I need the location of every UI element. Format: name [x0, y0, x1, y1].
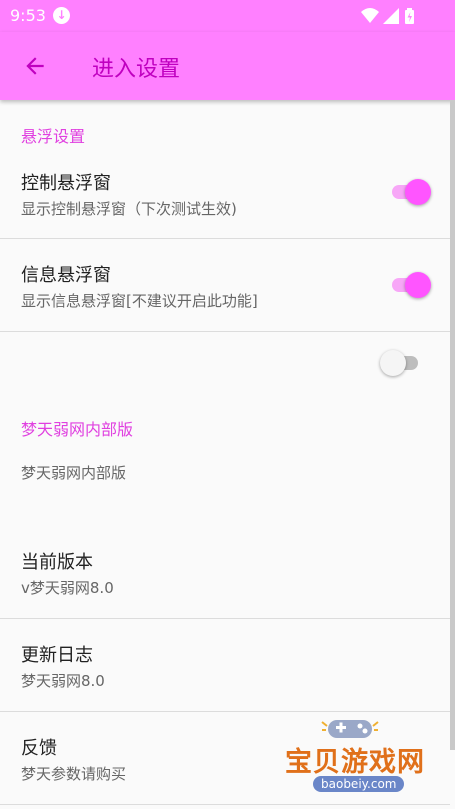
status-icons [361, 8, 414, 24]
pref-info-window[interactable]: 信息悬浮窗 显示信息悬浮窗[不建议开启此功能] [0, 239, 450, 331]
settings-list[interactable]: 悬浮设置 控制悬浮窗 显示控制悬浮窗（下次测试生效) 信息悬浮窗 显示信息悬浮窗… [0, 100, 450, 809]
status-bar: 9:53 ↓ [0, 0, 455, 32]
arrow-left-icon[interactable] [22, 53, 48, 79]
switch-thumb [405, 272, 431, 298]
control-window-switch[interactable] [392, 178, 431, 206]
unlabeled-switch[interactable] [380, 349, 420, 377]
pref-current-version[interactable]: 当前版本 v梦天弱网8.0 [0, 530, 450, 618]
wifi-icon [361, 8, 379, 23]
pref-summary: 显示控制悬浮窗（下次测试生效) [21, 200, 237, 218]
pref-title: 控制悬浮窗 [21, 173, 111, 194]
pref-title: 当前版本 [21, 552, 93, 573]
pref-control-window[interactable]: 控制悬浮窗 显示控制悬浮窗（下次测试生效) [0, 160, 450, 238]
gamepad-icon [321, 720, 379, 738]
page-title: 进入设置 [92, 57, 181, 82]
pref-internal-label: 梦天弱网内部版 [0, 450, 450, 510]
info-window-switch[interactable] [392, 271, 431, 299]
pref-title: 反馈 [21, 738, 57, 759]
app-bar: 进入设置 [0, 32, 455, 100]
pref-unlabeled-toggle[interactable] [0, 332, 450, 394]
pref-summary: 梦天弱网8.0 [21, 672, 105, 690]
pref-title: 信息悬浮窗 [21, 265, 111, 286]
battery-icon [405, 8, 414, 24]
scrollbar[interactable] [450, 100, 455, 750]
watermark-text: 宝贝游戏网 [285, 747, 425, 778]
divider [0, 804, 450, 805]
pref-summary: 显示信息悬浮窗[不建议开启此功能] [21, 292, 258, 310]
pref-title: 更新日志 [21, 645, 93, 666]
status-time: 9:53 [10, 6, 46, 25]
site-watermark: 宝贝游戏网 baobeiy.com [285, 712, 430, 804]
category-internal-version: 梦天弱网内部版 [21, 420, 134, 439]
category-float-settings: 悬浮设置 [21, 127, 86, 146]
download-icon: ↓ [53, 7, 70, 24]
pref-summary: 梦天参数请购买 [21, 765, 127, 783]
pref-summary: v梦天弱网8.0 [21, 579, 114, 597]
watermark-url: baobeiy.com [313, 776, 405, 792]
signal-icon [383, 8, 399, 24]
switch-thumb [380, 350, 406, 376]
pref-changelog[interactable]: 更新日志 梦天弱网8.0 [0, 619, 450, 711]
switch-thumb [405, 179, 431, 205]
pref-summary: 梦天弱网内部版 [21, 464, 127, 482]
